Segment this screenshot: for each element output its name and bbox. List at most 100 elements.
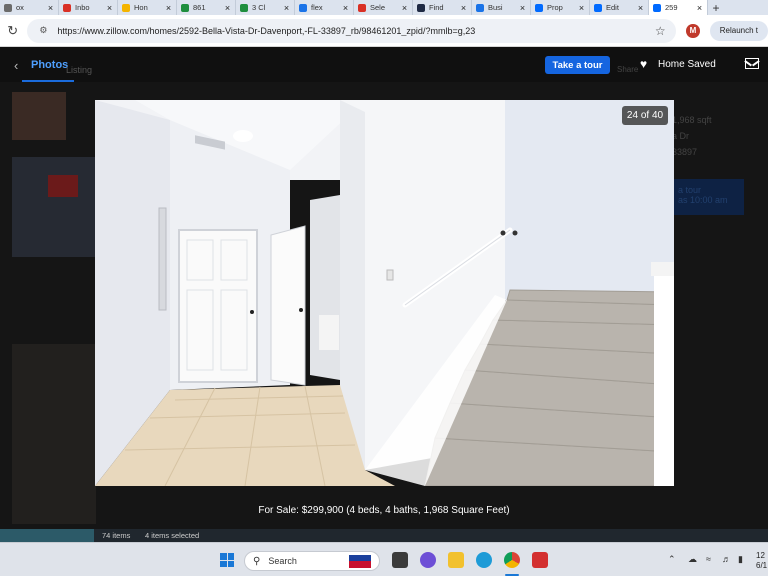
hallway-stairs-illustration [95,100,674,486]
tab-title: 3 Cl [252,3,266,12]
circle-icon [299,3,307,12]
background-thumbnail [12,344,96,524]
browser-tab[interactable]: 861 × [177,0,236,15]
background-thumbnail [12,92,66,140]
background-listing-info: 1,968 sqft a Dr 33897 [672,112,712,160]
background-tour-card: a tour as 10:00 am [674,179,744,215]
google-sheets-icon [181,3,189,12]
tab-title: ox [16,3,24,12]
search-icon: ⚲ [253,555,261,567]
close-icon[interactable]: × [459,3,468,13]
windows-start-icon[interactable] [220,553,234,567]
business-icon [476,3,484,12]
browser-tab[interactable]: Edit × [590,0,649,15]
tab-title: 861 [193,3,206,12]
close-icon[interactable]: × [164,3,173,13]
browser-tab[interactable]: Find × [413,0,472,15]
chevron-up-icon[interactable]: ⌃ [668,554,676,565]
item-count: 74 items [102,531,131,540]
browser-tab[interactable]: Hon × [118,0,177,15]
browser-tab[interactable]: Inbo × [59,0,118,15]
close-icon[interactable]: × [46,3,55,13]
system-clock[interactable]: 12 6/1 [756,551,767,571]
background-thumbnail [12,157,96,257]
site-info-icon[interactable]: ⚙ [37,25,49,37]
gmail-icon [63,3,71,12]
heart-icon[interactable]: ♥ [640,57,647,71]
background-tour-label: a tour [678,185,702,195]
tab-title: Prop [547,3,563,12]
battery-icon[interactable]: ▮ [738,554,743,565]
browser-tab[interactable]: Busi × [472,0,531,15]
chat-icon[interactable] [420,552,436,568]
browser-tab-strip: ox × Inbo × Hon × 861 × 3 Cl × flex × Sele × Find × Busi… [0,0,768,15]
photo-viewer-header: ‹ Photos Listing Take a tour Share ♥ Hom… [0,48,768,82]
zillow-icon [653,3,661,12]
reload-icon[interactable]: ↻ [4,22,21,40]
zillow-icon [594,3,602,12]
close-icon[interactable]: × [400,3,409,13]
new-tab-button[interactable]: + [708,0,724,15]
background-line: 33897 [672,147,698,157]
url-text[interactable]: https://www.zillow.com/homes/2592-Bella-… [57,26,652,36]
close-icon[interactable]: × [636,3,645,13]
search-placeholder: Search [268,556,297,566]
wifi-icon[interactable]: ≈ [706,554,711,564]
tab-title: Inbo [75,3,90,12]
relaunch-button[interactable]: Relaunch t [709,20,768,41]
file-explorer-status-bar: 74 items 4 items selected [0,529,768,542]
background-line: 1,968 sqft [672,115,712,125]
address-bar[interactable]: ⚙ https://www.zillow.com/homes/2592-Bell… [27,18,677,43]
zillow-icon [535,3,543,12]
search-highlight-icon [349,555,371,568]
background-share-link: Share [617,65,639,74]
tab-photos[interactable]: Photos [31,59,68,71]
google-sheets-icon [240,3,248,12]
file-explorer-icon[interactable] [448,552,464,568]
close-icon[interactable]: × [577,3,586,13]
take-a-tour-button[interactable]: Take a tour [545,56,610,74]
volume-icon[interactable]: ♬ [722,554,731,564]
tab-title: 259 [665,3,678,12]
tray-app-icon[interactable]: ☁ [688,554,697,565]
tab-title: Edit [606,3,619,12]
tab-title: Sele [370,3,386,12]
mail-icon[interactable] [745,58,759,69]
clock-date: 6/1 [756,561,768,570]
explorer-wallpaper-strip [0,529,94,542]
browser-tab[interactable]: 259 × [649,0,708,15]
close-icon[interactable]: × [341,3,350,13]
listing-caption: For Sale: $299,900 (4 beds, 4 baths, 1,9… [258,505,510,516]
close-icon[interactable]: × [518,3,527,13]
close-icon[interactable]: × [282,3,291,13]
find-icon [417,3,425,12]
back-arrow-icon[interactable]: ‹ [14,58,18,73]
browser-tab[interactable]: ox × [0,0,59,15]
screen: ox × Inbo × Hon × 861 × 3 Cl × flex × Sele × Find × Busi… [0,0,768,576]
google-drive-icon [122,3,130,12]
tab-title: Hon [134,3,148,12]
page-icon [4,3,12,12]
edge-browser-icon[interactable] [476,552,492,568]
profile-avatar[interactable]: M [686,23,700,38]
listing-photo[interactable] [95,100,674,486]
chrome-browser-icon[interactable] [504,552,520,568]
browser-tab[interactable]: Sele × [354,0,413,15]
browser-toolbar: ↻ ⚙ https://www.zillow.com/homes/2592-Be… [0,15,768,47]
browser-tab[interactable]: 3 Cl × [236,0,295,15]
browser-tab[interactable]: flex × [295,0,354,15]
task-view-icon[interactable] [392,552,408,568]
tag-icon [358,3,366,12]
app-icon[interactable] [532,552,548,568]
close-icon[interactable]: × [223,3,232,13]
background-line: a Dr [672,131,690,141]
browser-tab[interactable]: Prop × [531,0,590,15]
clock-time: 12 [756,551,765,560]
windows-taskbar: ⚲ Search ⌃ ☁ ≈ ♬ ▮ 12 6/1 [0,542,768,576]
home-saved-label[interactable]: Home Saved [658,59,716,70]
close-icon[interactable]: × [105,3,114,13]
selected-count: 4 items selected [145,531,200,540]
taskbar-search-input[interactable]: ⚲ Search [244,551,380,571]
close-icon[interactable]: × [695,3,704,13]
bookmark-star-icon[interactable]: ☆ [652,24,668,38]
